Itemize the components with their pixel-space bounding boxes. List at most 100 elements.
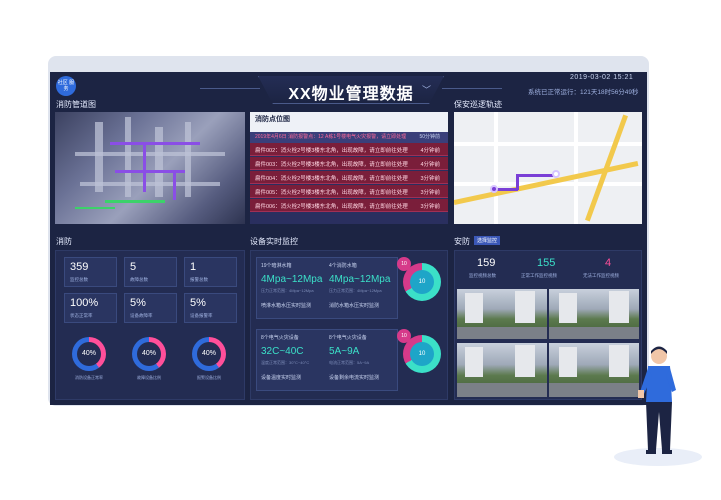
- stat-card: 5 故障总数: [124, 257, 177, 287]
- fire-points-map-strip: 消防点位图: [250, 112, 448, 132]
- device-value: 4Mpa~12Mpa: [261, 274, 323, 285]
- ring-chart: 40%: [132, 337, 166, 371]
- device-footer: 喷淋水箱水压实时监测: [261, 303, 312, 309]
- device-range: 压力正常范围：4Mpa~12Mpa: [329, 288, 382, 293]
- device-title: 4个消防水箱: [329, 263, 357, 269]
- device-card-water: 19个暗淋水箱 4Mpa~12Mpa 压力正常范围：4Mpa~12Mpa 喷淋水…: [256, 257, 398, 319]
- ring-label: 故障设备比例: [137, 375, 161, 380]
- stat-card: 5% 设备报警率: [184, 293, 237, 323]
- device-range: 电流正常范围：5A~9A: [329, 360, 370, 365]
- fire-point-text: 扁件004：消火栓2号楼3楼东北角，出现故障，请立即前往处理: [255, 176, 408, 182]
- device-value: 32C~40C: [261, 346, 304, 357]
- fire-point-row[interactable]: 扁件005：消火栓2号楼3楼东北角，出现故障，请立即前往处理 3分钟前: [250, 185, 448, 198]
- gauge-badge: 10: [397, 329, 411, 343]
- datetime: 2019-03-02 15:21: [570, 74, 634, 81]
- fire-point-text: 扁件006：消火栓2号楼3楼东北角，出现故障，请立即前往处理: [255, 204, 408, 210]
- chevron-down-icon[interactable]: ﹀: [422, 83, 431, 96]
- security-stat-label: 正常工作监控视频: [521, 273, 557, 278]
- device-range: 压力正常范围：4Mpa~12Mpa: [261, 288, 314, 293]
- fire-points-title: 消防点位图: [255, 116, 290, 123]
- ring-value: 40%: [137, 342, 161, 366]
- fire-alert-text: 2019年4月6日 消防报警点：12 A栋1号楼电气火灾报警，请立即处理: [255, 134, 407, 140]
- camera-feed[interactable]: [457, 343, 547, 397]
- fire-point-time: 4分钟前: [420, 148, 440, 154]
- ring-value: 40%: [197, 342, 221, 366]
- fire-alert-time: 50分钟前: [419, 134, 440, 140]
- security-stat-label: 监控视频总数: [469, 273, 496, 278]
- section-title-fire-pipe: 消防管道图: [56, 100, 96, 109]
- patrol-end-pin-icon: [552, 170, 560, 178]
- device-card-electric: 8个电气火灾设备 32C~40C 温度正常范围：30°C~40°C 设备温度实时…: [256, 329, 398, 391]
- app-logo: 社区 服务: [56, 76, 76, 96]
- stat-card: 5% 设备故障率: [124, 293, 177, 323]
- security-stat-value: 155: [537, 257, 556, 269]
- fire-point-row[interactable]: 扁件006：消火栓2号楼3楼东北角，出现故障，请立即前往处理 3分钟前: [250, 199, 448, 212]
- system-uptime: 系统已正常运行：121天18时56分49秒: [528, 89, 639, 96]
- stat-value: 1: [190, 261, 197, 273]
- ring-chart: 40%: [192, 337, 226, 371]
- stat-value: 5%: [130, 297, 146, 309]
- fire-point-time: 4分钟前: [420, 162, 440, 168]
- fire-stats-panel: 359 监控总数 5 故障总数 1 报警总数 100% 状态正常率 5% 设备故…: [55, 250, 245, 400]
- fire-pipe-3d-image[interactable]: [55, 112, 245, 224]
- header-bar: 社区 服务 XX物业管理数据 ﹀ 2019-03-02 15:21 系统已正常运…: [50, 72, 647, 104]
- device-title: 19个暗淋水箱: [261, 263, 292, 269]
- stat-value: 5%: [190, 297, 206, 309]
- section-title-security: 安防: [454, 237, 470, 246]
- fire-point-text: 扁件003：消火栓2号楼3楼东北角，出现故障，请立即前往处理: [255, 162, 408, 168]
- fire-point-time: 3分钟前: [420, 176, 440, 182]
- stat-value: 359: [70, 261, 89, 273]
- gauge-badge: 10: [397, 257, 411, 271]
- device-title: 8个电气火灾设备: [329, 335, 367, 341]
- security-panel: 159 监控视频总数 155 正常工作监控视频 4 无法工作监控视频: [454, 250, 642, 400]
- device-title: 8个电气火灾设备: [261, 335, 299, 341]
- title-divider-left: [200, 88, 260, 89]
- fire-point-row[interactable]: 扁件002：消火栓2号楼3楼东北角，出现故障，请立即前往处理 4分钟前: [250, 143, 448, 156]
- camera-feed[interactable]: [549, 289, 639, 339]
- device-value: 5A~9A: [329, 346, 360, 357]
- stat-card: 1 报警总数: [184, 257, 237, 287]
- device-range: 温度正常范围：30°C~40°C: [261, 360, 310, 365]
- stat-card: 359 监控总数: [64, 257, 117, 287]
- stat-label: 报警总数: [190, 277, 208, 282]
- section-title-patrol: 保安巡逻轨迹: [454, 100, 502, 109]
- stat-card: 100% 状态正常率: [64, 293, 117, 323]
- stat-label: 设备报警率: [190, 313, 213, 318]
- section-title-fire: 消防: [56, 237, 72, 246]
- fire-alert-banner[interactable]: 2019年4月6日 消防报警点：12 A栋1号楼电气火灾报警，请立即处理 50分…: [250, 132, 448, 143]
- ring-value: 40%: [77, 342, 101, 366]
- ring-label: 报警设备比例: [197, 375, 221, 380]
- dashboard: 社区 服务 XX物业管理数据 ﹀ 2019-03-02 15:21 系统已正常运…: [50, 72, 647, 405]
- stat-value: 100%: [70, 297, 99, 309]
- gauge-value: 10: [410, 270, 434, 294]
- patrol-start-pin-icon: [490, 185, 498, 193]
- fire-point-row[interactable]: 扁件003：消火栓2号楼3楼东北角，出现故障，请立即前往处理 4分钟前: [250, 157, 448, 170]
- security-stat-value: 159: [477, 257, 496, 269]
- fire-point-text: 扁件005：消火栓2号楼3楼东北角，出现故障，请立即前往处理: [255, 190, 408, 196]
- device-value: 4Mpa~12Mpa: [329, 274, 391, 285]
- stat-label: 监控总数: [70, 277, 88, 282]
- patrol-map[interactable]: [454, 112, 642, 224]
- device-footer: 设备剩余电流实时监测: [329, 375, 380, 381]
- fire-point-time: 3分钟前: [420, 204, 440, 210]
- fire-point-row[interactable]: 扁件004：消火栓2号楼3楼东北角，出现故障，请立即前往处理 3分钟前: [250, 171, 448, 184]
- title-divider-right: [442, 88, 502, 89]
- fire-points-panel: 消防点位图 2019年4月6日 消防报警点：12 A栋1号楼电气火灾报警，请立即…: [250, 112, 448, 224]
- ring-chart: 40%: [72, 337, 106, 371]
- device-monitor-panel: 19个暗淋水箱 4Mpa~12Mpa 压力正常范围：4Mpa~12Mpa 喷淋水…: [250, 250, 448, 400]
- stat-label: 故障总数: [130, 277, 148, 282]
- ring-label: 消防设备正常率: [75, 375, 103, 380]
- security-stat-label: 无法工作监控视频: [583, 273, 619, 278]
- select-monitor-button[interactable]: 选择监控: [474, 236, 501, 245]
- gauge-value: 10: [410, 342, 434, 366]
- stat-value: 5: [130, 261, 137, 273]
- camera-feed[interactable]: [457, 289, 547, 339]
- stat-label: 设备故障率: [130, 313, 153, 318]
- stat-label: 状态正常率: [70, 313, 93, 318]
- page-title: XX物业管理数据: [288, 86, 414, 103]
- camera-feed[interactable]: [549, 343, 639, 397]
- fire-point-time: 3分钟前: [420, 190, 440, 196]
- security-stat-value: 4: [605, 257, 612, 269]
- fire-point-text: 扁件002：消火栓2号楼3楼东北角，出现故障，请立即前往处理: [255, 148, 408, 154]
- person-illustration: [638, 346, 676, 454]
